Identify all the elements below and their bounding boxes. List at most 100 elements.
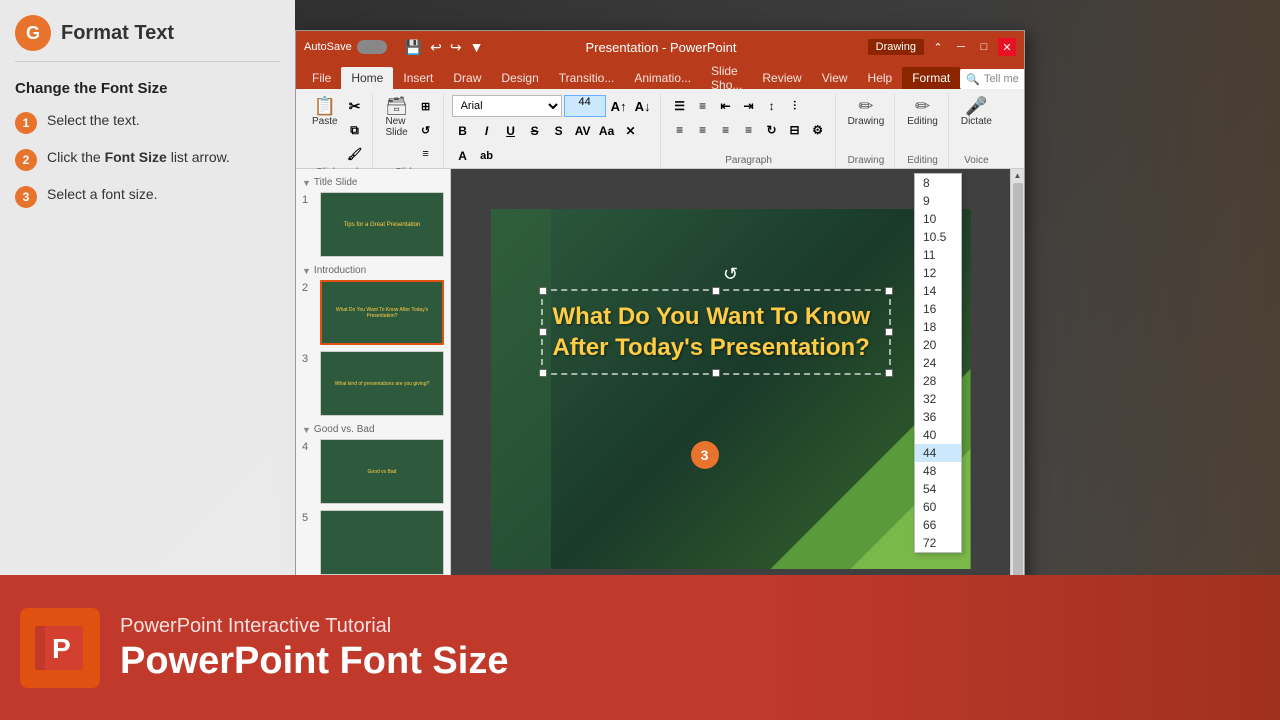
drawing-tab-btn[interactable]: Drawing — [868, 39, 924, 55]
slide-text-box[interactable]: What Do You Want To Know After Today's P… — [541, 289, 891, 375]
font-size-input[interactable]: 44 — [564, 95, 606, 117]
layout-btn[interactable]: ⊞ — [415, 95, 437, 117]
fsd-14[interactable]: 14 — [915, 282, 961, 300]
v-scrollbar[interactable]: ▲ ▼ — [1010, 169, 1024, 609]
increase-font-btn[interactable]: A↑ — [608, 95, 630, 117]
tab-home[interactable]: Home — [341, 67, 393, 89]
columns-btn[interactable]: ⫶ — [784, 95, 806, 117]
slide-thumb-2[interactable]: 2 What Do You Want To Know After Today's… — [302, 280, 444, 345]
customize-icon[interactable]: ▼ — [470, 39, 484, 55]
ribbon-toggle-btn[interactable]: ⌃ — [929, 38, 947, 56]
editing-btn[interactable]: ✏ Editing — [903, 95, 942, 129]
align-left-btn[interactable]: ≡ — [669, 119, 691, 141]
align-center-btn[interactable]: ≡ — [692, 119, 714, 141]
indent-decrease-btn[interactable]: ⇤ — [715, 95, 737, 117]
section-btn[interactable]: ≡ — [415, 143, 437, 165]
handle-bl[interactable] — [539, 369, 547, 377]
cut-btn[interactable]: ✂ — [344, 95, 366, 117]
fsd-8[interactable]: 8 — [915, 174, 961, 192]
char-spacing-btn[interactable]: AV — [572, 120, 594, 142]
fsd-54[interactable]: 54 — [915, 480, 961, 498]
tab-design[interactable]: Design — [491, 67, 548, 89]
fsd-9[interactable]: 9 — [915, 192, 961, 210]
tell-me-input[interactable]: 🔍 Tell me — [960, 69, 1025, 89]
slide-4-img[interactable]: Good vs Bad — [320, 439, 444, 504]
scroll-up-arrow[interactable]: ▲ — [1014, 171, 1022, 180]
slide-2-img[interactable]: What Do You Want To Know After Today's P… — [320, 280, 444, 345]
highlight-btn[interactable]: ab — [476, 145, 498, 167]
tab-file[interactable]: File — [302, 67, 341, 89]
reset-btn[interactable]: ↺ — [415, 119, 437, 141]
underline-btn[interactable]: U — [500, 120, 522, 142]
format-painter-btn[interactable]: 🖌 — [344, 143, 366, 165]
tab-draw[interactable]: Draw — [443, 67, 491, 89]
italic-btn[interactable]: I — [476, 120, 498, 142]
slide-1-img[interactable]: Tips for a Great Presentation — [320, 192, 444, 257]
handle-br[interactable] — [885, 369, 893, 377]
tab-review[interactable]: Review — [752, 67, 811, 89]
font-size-dropdown[interactable]: 8 9 10 10.5 11 12 14 16 18 20 24 28 32 3… — [914, 173, 962, 553]
rotation-handle[interactable]: ↺ — [723, 264, 738, 285]
bold-btn[interactable]: B — [452, 120, 474, 142]
slide-thumb-3[interactable]: 3 What kind of presentations are you giv… — [302, 351, 444, 416]
fsd-11[interactable]: 11 — [915, 246, 961, 264]
fsd-10[interactable]: 10 — [915, 210, 961, 228]
fsd-32[interactable]: 32 — [915, 390, 961, 408]
maximize-btn[interactable]: □ — [975, 38, 993, 56]
indent-increase-btn[interactable]: ⇥ — [738, 95, 760, 117]
fsd-44[interactable]: 44 — [915, 444, 961, 462]
handle-mr[interactable] — [885, 328, 893, 336]
tab-help[interactable]: Help — [858, 67, 903, 89]
save-icon[interactable]: 💾 — [405, 39, 422, 56]
font-color-btn[interactable]: A — [452, 145, 474, 167]
align-right-btn[interactable]: ≡ — [715, 119, 737, 141]
decrease-font-btn[interactable]: A↓ — [632, 95, 654, 117]
slide-3-img[interactable]: What kind of presentations are you givin… — [320, 351, 444, 416]
scroll-thumb[interactable] — [1013, 183, 1023, 595]
slide-thumb-5[interactable]: 5 — [302, 510, 444, 575]
slide-thumb-1[interactable]: 1 Tips for a Great Presentation — [302, 192, 444, 257]
justify-btn[interactable]: ≡ — [738, 119, 760, 141]
tab-slideshow[interactable]: Slide Sho... — [701, 67, 752, 89]
handle-bm[interactable] — [712, 369, 720, 377]
text-direction-btn[interactable]: ↻ — [761, 119, 783, 141]
handle-tm[interactable] — [712, 287, 720, 295]
handle-tl[interactable] — [539, 287, 547, 295]
fsd-66[interactable]: 66 — [915, 516, 961, 534]
strikethrough-btn[interactable]: S — [524, 120, 546, 142]
undo-icon[interactable]: ↩ — [430, 39, 442, 56]
handle-tr[interactable] — [885, 287, 893, 295]
fsd-48[interactable]: 48 — [915, 462, 961, 480]
tab-format[interactable]: Format — [902, 67, 960, 89]
font-name-select[interactable]: Arial — [452, 95, 562, 117]
shadow-btn[interactable]: S — [548, 120, 570, 142]
close-btn[interactable]: ✕ — [998, 38, 1016, 56]
fsd-28[interactable]: 28 — [915, 372, 961, 390]
fsd-40[interactable]: 40 — [915, 426, 961, 444]
fsd-12[interactable]: 12 — [915, 264, 961, 282]
bullets-btn[interactable]: ☰ — [669, 95, 691, 117]
fsd-36[interactable]: 36 — [915, 408, 961, 426]
text-align-v-btn[interactable]: ⊟ — [784, 119, 806, 141]
smartart-btn[interactable]: ⚙ — [807, 119, 829, 141]
numbering-btn[interactable]: ≡ — [692, 95, 714, 117]
clear-format-btn[interactable]: ✕ — [620, 120, 642, 142]
fsd-60[interactable]: 60 — [915, 498, 961, 516]
dictate-btn[interactable]: 🎤 Dictate — [957, 95, 996, 129]
tab-transitions[interactable]: Transitio... — [549, 67, 625, 89]
fsd-20[interactable]: 20 — [915, 336, 961, 354]
tab-insert[interactable]: Insert — [393, 67, 443, 89]
fsd-18[interactable]: 18 — [915, 318, 961, 336]
handle-ml[interactable] — [539, 328, 547, 336]
line-spacing-btn[interactable]: ↕ — [761, 95, 783, 117]
fsd-24[interactable]: 24 — [915, 354, 961, 372]
slide-thumb-4[interactable]: 4 Good vs Bad — [302, 439, 444, 504]
drawing-btn[interactable]: ✏ Drawing — [844, 95, 889, 129]
new-slide-btn[interactable]: 🗃 NewSlide — [381, 95, 413, 140]
tab-view[interactable]: View — [812, 67, 858, 89]
redo-icon[interactable]: ↪ — [450, 39, 462, 56]
copy-btn[interactable]: ⧉ — [344, 119, 366, 141]
fsd-72[interactable]: 72 — [915, 534, 961, 552]
paste-btn[interactable]: 📋 Paste — [308, 95, 342, 129]
minimize-btn[interactable]: ─ — [952, 38, 970, 56]
